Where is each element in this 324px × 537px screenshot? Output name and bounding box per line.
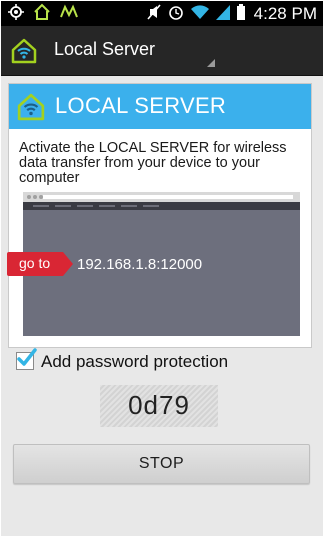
dropdown-indicator-icon[interactable] <box>207 59 215 67</box>
card-description: Activate the LOCAL SERVER for wireless d… <box>19 140 287 186</box>
status-bar: 4:28 PM <box>1 1 323 26</box>
battery-icon <box>236 3 246 25</box>
checkmark-icon <box>15 347 37 373</box>
password-code-box: 0d79 <box>100 385 218 427</box>
action-bar: Local Server <box>1 26 323 76</box>
local-server-logo-icon <box>17 93 45 125</box>
phone-screen: 4:28 PM Local Server LOCAL SERVER Activa… <box>1 1 323 536</box>
app-logo-icon[interactable] <box>11 38 37 68</box>
goto-tag: go to <box>7 252 73 276</box>
app-notification-icon <box>59 3 79 25</box>
signal-icon <box>215 3 231 25</box>
gps-icon <box>7 3 25 25</box>
password-protection-checkbox[interactable] <box>16 348 37 370</box>
home-icon <box>33 3 51 25</box>
action-bar-title[interactable]: Local Server <box>54 39 155 60</box>
browser-url-bar <box>43 195 293 199</box>
card-title: LOCAL SERVER <box>55 93 227 118</box>
stop-button[interactable]: STOP <box>13 444 310 484</box>
wifi-icon <box>190 3 210 25</box>
password-protection-label[interactable]: Add password protection <box>41 352 228 372</box>
mute-icon <box>146 3 162 25</box>
card-header: LOCAL SERVER <box>9 84 311 129</box>
alarm-icon <box>167 3 185 25</box>
server-address: 192.168.1.8:12000 <box>77 256 203 273</box>
stop-button-label: STOP <box>138 455 185 472</box>
browser-nav-bar <box>23 202 300 210</box>
status-time: 4:28 PM <box>253 4 317 23</box>
password-code: 0d79 <box>128 390 190 420</box>
goto-label: go to <box>19 255 51 271</box>
local-server-card: LOCAL SERVER Activate the LOCAL SERVER f… <box>8 83 312 348</box>
browser-titlebar <box>23 192 300 202</box>
